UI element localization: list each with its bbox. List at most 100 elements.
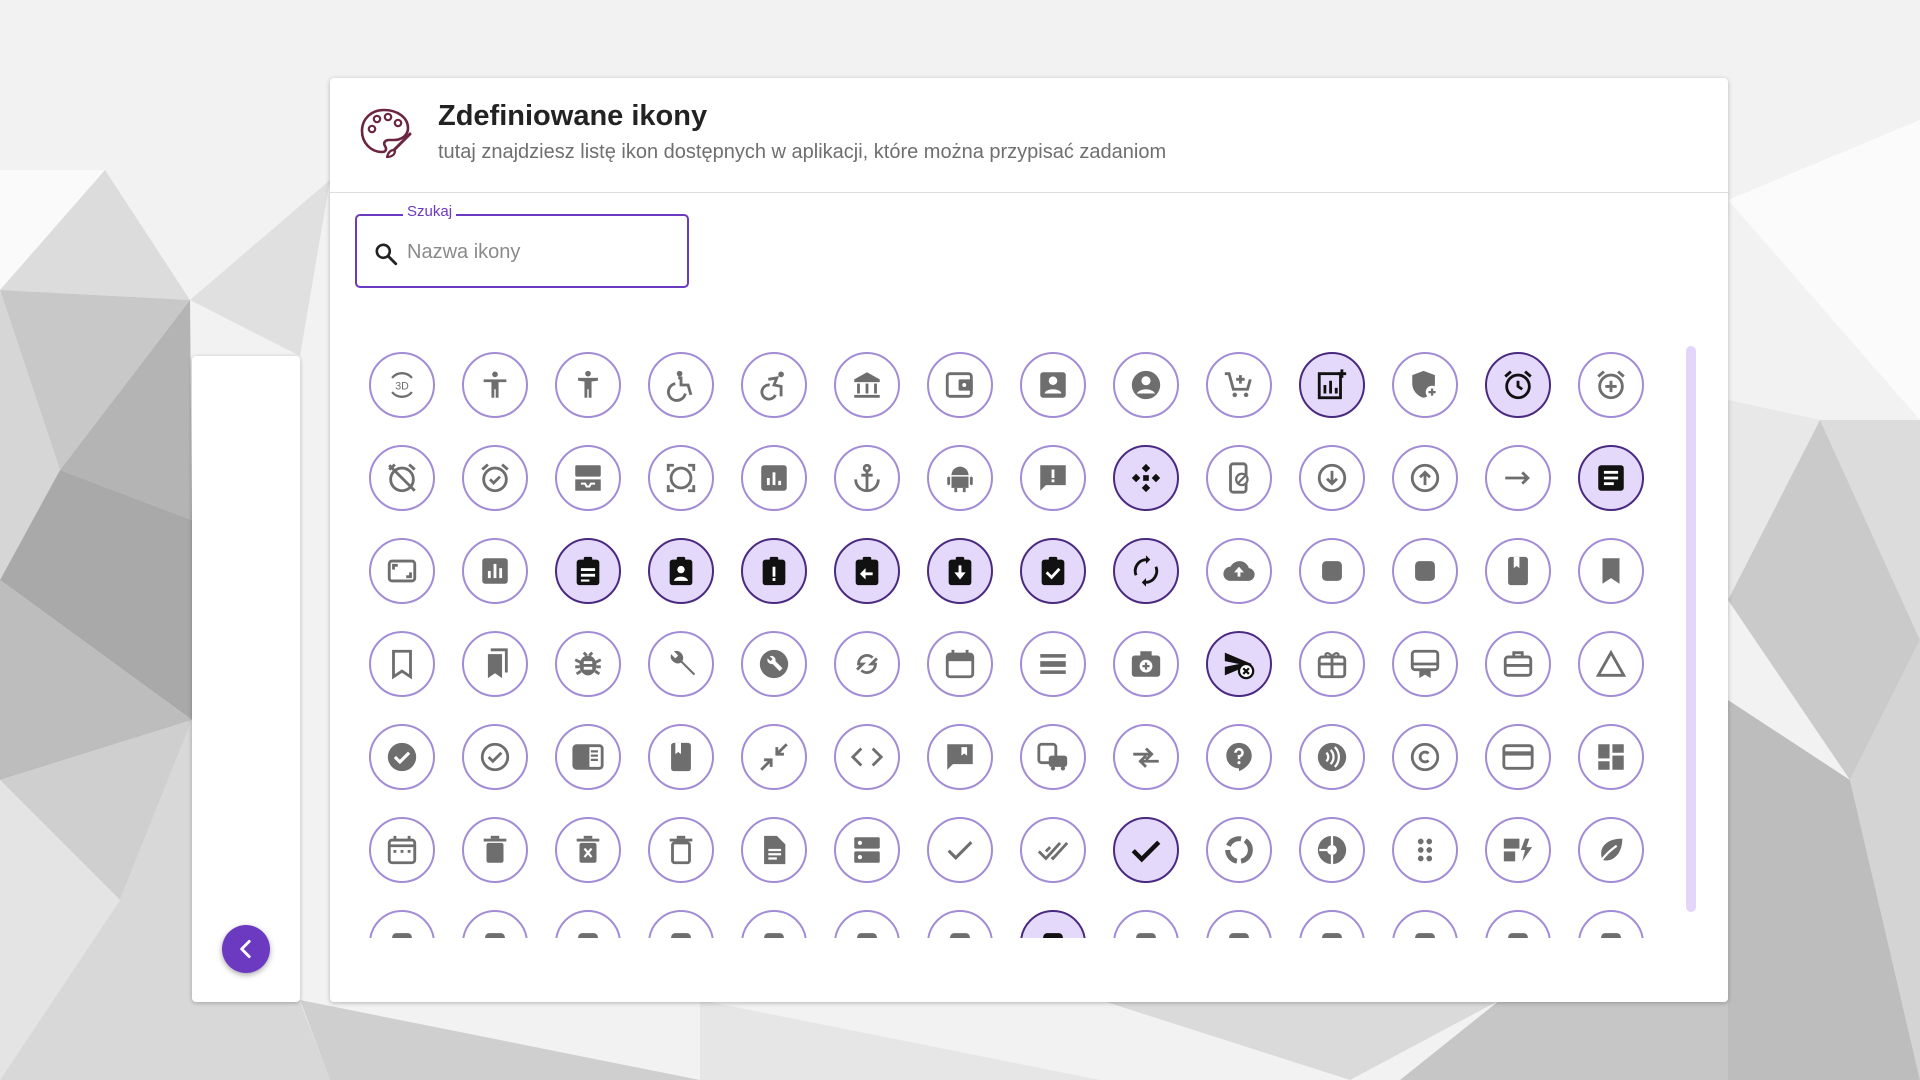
icon-option-close-fullscreen[interactable]: [740, 723, 807, 790]
icon-option-bookmarks[interactable]: [461, 630, 528, 697]
icon-option-assessment[interactable]: [461, 537, 528, 604]
icon-option-card-travel[interactable]: [1484, 630, 1551, 697]
icon-option-calendar-view-day[interactable]: [1019, 630, 1086, 697]
icon-option-aspect-ratio[interactable]: [368, 537, 435, 604]
search-field[interactable]: Szukaj: [355, 203, 689, 288]
icon-option-fact-check[interactable]: [1484, 909, 1551, 938]
icon-option-description[interactable]: [740, 816, 807, 883]
icon-option-3d-rotation[interactable]: 3D: [368, 351, 435, 418]
icon-option-explore-off[interactable]: [926, 909, 993, 938]
icon-option-code[interactable]: [833, 723, 900, 790]
icon-option-assignment-return[interactable]: [833, 537, 900, 604]
icon-option-assignment-turned-in[interactable]: [1019, 537, 1086, 604]
icon-option-account-circle[interactable]: [1112, 351, 1179, 418]
icon-option-drag-indicator[interactable]: [1391, 816, 1458, 883]
icon-option-account-box[interactable]: [1019, 351, 1086, 418]
icon-option-build[interactable]: [647, 630, 714, 697]
icon-option-eco[interactable]: [1577, 816, 1644, 883]
icon-option-comment-bank[interactable]: [926, 723, 993, 790]
icon-option-delete-outline[interactable]: [647, 816, 714, 883]
icon-option-book-online[interactable]: [1391, 537, 1458, 604]
icon-option-face[interactable]: [1112, 909, 1179, 938]
icon-option-add-moderator[interactable]: [1391, 351, 1458, 418]
icon-option-dns[interactable]: [833, 816, 900, 883]
icon-option-accessibility[interactable]: [461, 351, 528, 418]
icon-option-add-chart[interactable]: [1298, 351, 1365, 418]
icon-option-assignment-late[interactable]: [740, 537, 807, 604]
icon-option-compare-arrows[interactable]: [1112, 723, 1179, 790]
icon-option-done-all[interactable]: [1019, 816, 1086, 883]
icon-option-all-out[interactable]: [647, 444, 714, 511]
icon-option-calendar-today[interactable]: [926, 630, 993, 697]
icon-option-anchor[interactable]: [833, 444, 900, 511]
icon-option-filter-alt[interactable]: [1577, 909, 1644, 938]
icon-option-favorite-border[interactable]: [1391, 909, 1458, 938]
icon-option-bookmark-border[interactable]: [368, 630, 435, 697]
icon-option-check-circle[interactable]: [368, 723, 435, 790]
icon-option-check-circle-outline[interactable]: [461, 723, 528, 790]
icon-option-favorite[interactable]: [1298, 909, 1365, 938]
icon-option-cached[interactable]: [833, 630, 900, 697]
icon-option-bookmark[interactable]: [1577, 537, 1644, 604]
icon-option-eject[interactable]: [368, 909, 435, 938]
search-input[interactable]: [407, 236, 677, 268]
icon-option-commute[interactable]: [1019, 723, 1086, 790]
icon-option-add-shopping-cart[interactable]: [1205, 351, 1272, 418]
icon-option-dashboard[interactable]: [1577, 723, 1644, 790]
icon-option-batch-prediction[interactable]: [1298, 537, 1365, 604]
icon-option-cancel-schedule-send[interactable]: [1205, 630, 1272, 697]
icon-option-donut-small[interactable]: [1298, 816, 1365, 883]
icon-option-credit-card[interactable]: [1484, 723, 1551, 790]
icon-option-feed[interactable]: [1205, 909, 1272, 938]
icon-option-announcement[interactable]: [1019, 444, 1086, 511]
icon-option-contactless[interactable]: [1298, 723, 1365, 790]
icon-option-build-circle[interactable]: [740, 630, 807, 697]
icon-option-accessible-forward[interactable]: [740, 351, 807, 418]
icon-option-assignment[interactable]: [554, 537, 621, 604]
icon-option-arrow-circle-down[interactable]: [1298, 444, 1365, 511]
icon-option-article[interactable]: [1577, 444, 1644, 511]
icon-option-assignment-returned[interactable]: [926, 537, 993, 604]
icon-option-alarm[interactable]: [1484, 351, 1551, 418]
icon-option-account-balance[interactable]: [833, 351, 900, 418]
icon-option-bug-report[interactable]: [554, 630, 621, 697]
icon-option-dynamic-form[interactable]: [1484, 816, 1551, 883]
icon-option-accessible[interactable]: [647, 351, 714, 418]
icon-option-all-inbox[interactable]: [554, 444, 621, 511]
icon-option-event[interactable]: [554, 909, 621, 938]
icon-option-donut-large[interactable]: [1205, 816, 1272, 883]
icon-option-delete[interactable]: [461, 816, 528, 883]
icon-option-arrow-right-alt[interactable]: [1484, 444, 1551, 511]
icon-option-camera-enhance[interactable]: [1112, 630, 1179, 697]
icon-option-alarm-add[interactable]: [1577, 351, 1644, 418]
icon-option-backup[interactable]: [1205, 537, 1272, 604]
icon-option-exit-to-app[interactable]: [740, 909, 807, 938]
icon-option-analytics[interactable]: [740, 444, 807, 511]
icon-option-contact-support[interactable]: [1205, 723, 1272, 790]
icon-option-extension[interactable]: [1019, 909, 1086, 938]
icon-option-delete-forever[interactable]: [554, 816, 621, 883]
icon-option-autorenew[interactable]: [1112, 537, 1179, 604]
icon-option-done-outline[interactable]: [1112, 816, 1179, 883]
icon-option-done[interactable]: [926, 816, 993, 883]
icon-option-date-range[interactable]: [368, 816, 435, 883]
icon-option-event-seat[interactable]: [647, 909, 714, 938]
icon-option-accessibility-new[interactable]: [554, 351, 621, 418]
grid-scrollbar[interactable]: [1686, 346, 1696, 912]
icon-option-euro-symbol[interactable]: [461, 909, 528, 938]
icon-option-android[interactable]: [926, 444, 993, 511]
icon-option-card-giftcard[interactable]: [1298, 630, 1365, 697]
icon-option-explore[interactable]: [833, 909, 900, 938]
icon-option-card-membership[interactable]: [1391, 630, 1458, 697]
icon-option-alarm-on[interactable]: [461, 444, 528, 511]
icon-option-api[interactable]: [1112, 444, 1179, 511]
icon-option-class[interactable]: [647, 723, 714, 790]
icon-option-app-blocking[interactable]: [1205, 444, 1272, 511]
icon-option-change-history[interactable]: [1577, 630, 1644, 697]
collapse-sidebar-button[interactable]: [222, 925, 270, 973]
icon-option-arrow-circle-up[interactable]: [1391, 444, 1458, 511]
icon-option-account-balance-wallet[interactable]: [926, 351, 993, 418]
icon-option-book[interactable]: [1484, 537, 1551, 604]
icon-option-copyright[interactable]: [1391, 723, 1458, 790]
icon-option-assignment-ind[interactable]: [647, 537, 714, 604]
